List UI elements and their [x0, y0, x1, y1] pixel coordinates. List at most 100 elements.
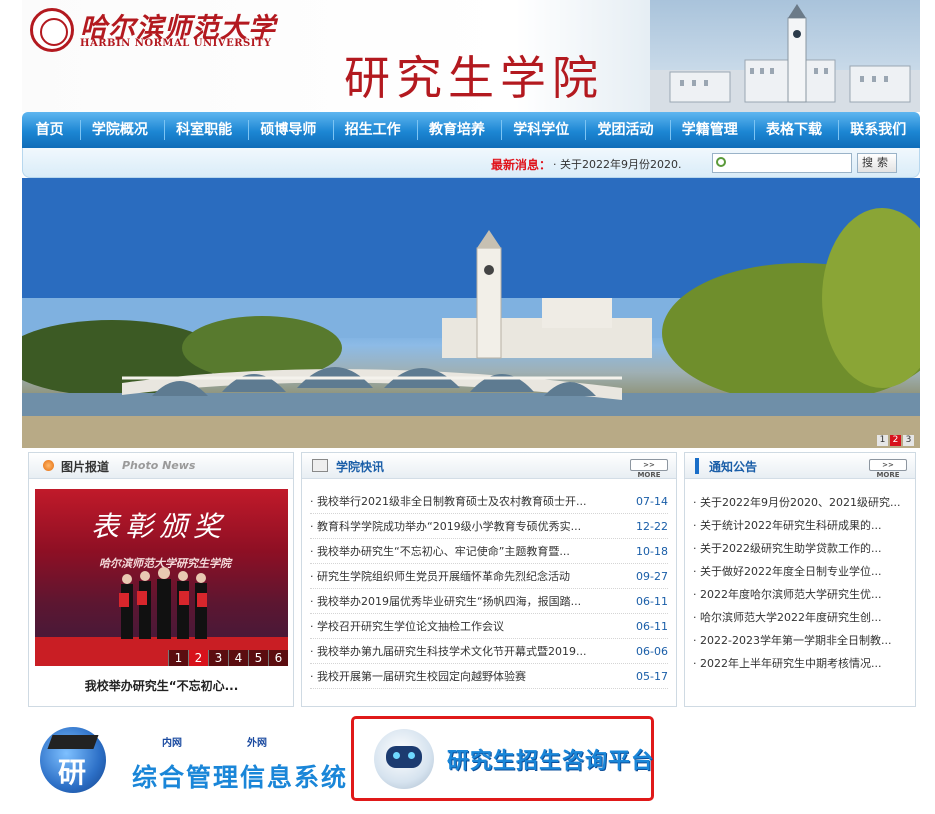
news-date: 05-17 [636, 670, 668, 683]
news-row[interactable]: · 我校举行2021级非全日制教育硕士及农村教育硕士开... 07-14 [310, 489, 668, 514]
intranet-link[interactable]: 内网 [162, 734, 182, 749]
photo-pager-2[interactable]: 2 [188, 650, 208, 666]
blue-bar-icon [695, 458, 699, 474]
notice-item[interactable]: · 关于做好2022年度全日制专业学位... [693, 560, 907, 583]
university-seal-icon[interactable] [30, 8, 74, 52]
news-title: · 研究生学院组织师生党员开展缅怀革命先烈纪念活动 [310, 570, 570, 583]
nav-item-party-activities[interactable]: 党团活动 [585, 120, 664, 140]
banner-pager-1[interactable]: 1 [877, 435, 888, 446]
banner-pager: 1 2 3 [877, 435, 914, 446]
news-title: · 我校开展第一届研究生校园定向越野体验赛 [310, 670, 526, 683]
photo-news-header: 图片报道 Photo News [29, 453, 293, 479]
search-button[interactable]: 搜索 [857, 153, 897, 173]
news-row[interactable]: · 我校开展第一届研究生校园定向越野体验赛 05-17 [310, 664, 668, 689]
notices-header: 通知公告 >> MORE [685, 453, 915, 479]
news-row[interactable]: · 研究生学院组织师生党员开展缅怀革命先烈纪念活动 09-27 [310, 564, 668, 589]
college-news-more-label: MORE [637, 471, 661, 479]
news-title: · 我校举办第九届研究生科技学术文化节开幕式暨2019... [310, 645, 587, 658]
news-date: 10-18 [636, 545, 668, 558]
search-input[interactable] [712, 153, 852, 173]
notice-item[interactable]: · 2022年上半年研究生中期考核情况... [693, 652, 907, 675]
photo-pager-4[interactable]: 4 [228, 650, 248, 666]
photo-news-subtitle: Photo News [122, 459, 196, 472]
ticker-link[interactable]: · 关于2022年9月份2020. [553, 156, 681, 172]
management-system-name: 综合管理信息系统 [132, 763, 349, 792]
header-campus-image [650, 0, 920, 112]
nav-item-departments[interactable]: 科室职能 [164, 120, 243, 140]
news-title: · 学校召开研究生学位论文抽检工作会议 [310, 620, 504, 633]
photo-pager-6[interactable]: 6 [268, 650, 288, 666]
robot-eye-left [393, 752, 400, 759]
news-title: · 教育科学学院成功举办“2019级小学教育专硕优秀实... [310, 520, 582, 533]
photo-news-panel: 图片报道 Photo News 表彰颁奖 哈尔滨师范大学研究生学院 1 2 3 … [28, 452, 294, 707]
speaker-icon [312, 459, 328, 472]
award-people-photo [35, 567, 288, 666]
graduation-cap-icon: 研 [40, 727, 106, 793]
news-date: 07-14 [636, 495, 668, 508]
college-news-title: 学院快讯 [336, 460, 385, 474]
nav-item-overview[interactable]: 学院概况 [79, 120, 159, 140]
nav-item-contact[interactable]: 联系我们 [838, 120, 917, 140]
notice-item[interactable]: · 关于2022级研究生助学贷款工作的... [693, 537, 907, 560]
news-row[interactable]: · 教育科学学院成功举办“2019级小学教育专硕优秀实... 12-22 [310, 514, 668, 539]
nav-item-degrees[interactable]: 学科学位 [501, 120, 580, 140]
news-row[interactable]: · 我校举办研究生“不忘初心、牢记使命”主题教育暨... 10-18 [310, 539, 668, 564]
notice-item[interactable]: · 2022年度哈尔滨师范大学研究生优... [693, 583, 907, 606]
news-date: 06-11 [636, 595, 668, 608]
notices-title: 通知公告 [709, 460, 758, 474]
nav-item-home[interactable]: 首页 [25, 120, 75, 140]
photo-pager-3[interactable]: 3 [208, 650, 228, 666]
news-date: 09-27 [636, 570, 668, 583]
robot-face [386, 746, 422, 768]
admissions-consult-label: 研究生招生咨询平台 [447, 749, 655, 774]
banner-pager-3[interactable]: 3 [903, 435, 914, 446]
photo-pager-5[interactable]: 5 [248, 650, 268, 666]
site-title: 研究生学院 [344, 51, 604, 105]
cap-character: 研 [58, 756, 87, 789]
photo-news-caption[interactable]: 我校举办研究生“不忘初心... [29, 677, 294, 694]
news-title: · 我校举办2019届优秀毕业研究生“扬帆四海，报国踏... [310, 595, 582, 608]
hero-banner[interactable]: 1 2 3 [22, 178, 920, 448]
campus-bridge-photo [22, 178, 920, 448]
ticker-label: 最新消息： [491, 158, 552, 172]
search-icon [716, 157, 726, 167]
college-news-more-button[interactable]: >> MORE [630, 459, 668, 479]
photo-pager: 1 2 3 4 5 6 [168, 650, 288, 666]
notice-item[interactable]: · 关于统计2022年研究生科研成果的... [693, 514, 907, 537]
news-date: 06-11 [636, 620, 668, 633]
photo-news-title: 图片报道 [61, 460, 110, 474]
nav-item-admissions[interactable]: 招生工作 [332, 120, 412, 140]
news-title: · 我校举行2021级非全日制教育硕士及农村教育硕士开... [310, 495, 587, 508]
management-system-link[interactable]: 研 内网 外网 综合管理信息系统 [40, 725, 346, 795]
college-news-header: 学院快讯 >> MORE [302, 453, 676, 479]
news-ticker-bar: 最新消息： · 关于2022年9月份2020. 搜索 [22, 148, 920, 178]
notices-more-button[interactable]: >> MORE [869, 459, 907, 479]
news-date: 12-22 [636, 520, 668, 533]
notices-list: · 关于2022年9月份2020、2021级研究... · 关于统计2022年研… [685, 479, 915, 675]
nav-item-supervisors[interactable]: 硕博导师 [248, 120, 327, 140]
notice-item[interactable]: · 关于2022年9月份2020、2021级研究... [693, 491, 907, 514]
notices-panel: 通知公告 >> MORE · 关于2022年9月份2020、2021级研究...… [684, 452, 916, 707]
college-news-list: · 我校举行2021级非全日制教育硕士及农村教育硕士开... 07-14 · 教育… [302, 479, 676, 689]
news-row[interactable]: · 我校举办2019届优秀毕业研究生“扬帆四海，报国踏... 06-11 [310, 589, 668, 614]
orange-dot-icon [43, 460, 54, 471]
banner-pager-2[interactable]: 2 [890, 435, 901, 446]
notices-more-label: MORE [876, 471, 900, 479]
news-title: · 我校举办研究生“不忘初心、牢记使命”主题教育暨... [310, 545, 570, 558]
robot-icon [374, 729, 434, 789]
nav-item-downloads[interactable]: 表格下载 [754, 120, 833, 140]
admissions-consult-button[interactable]: 研究生招生咨询平台 [351, 716, 654, 801]
college-news-panel: 学院快讯 >> MORE · 我校举行2021级非全日制教育硕士及农村教育硕士开… [301, 452, 677, 707]
notice-item[interactable]: · 哈尔滨师范大学2022年度研究生创... [693, 606, 907, 629]
news-row[interactable]: · 学校召开研究生学位论文抽检工作会议 06-11 [310, 614, 668, 639]
notice-item[interactable]: · 2022-2023学年第一学期非全日制教... [693, 629, 907, 652]
photo-pager-1[interactable]: 1 [168, 650, 188, 666]
main-nav: 首页 学院概况 科室职能 硕博导师 招生工作 教育培养 学科学位 党团活动 学籍… [22, 112, 920, 148]
site-header: 哈尔滨师范大学 HARBIN NORMAL UNIVERSITY 研究生学院 [22, 0, 920, 112]
news-row[interactable]: · 我校举办第九届研究生科技学术文化节开幕式暨2019... 06-06 [310, 639, 668, 664]
extranet-link[interactable]: 外网 [247, 734, 267, 749]
university-logo-en: HARBIN NORMAL UNIVERSITY [80, 38, 272, 49]
photo-news-image[interactable]: 表彰颁奖 哈尔滨师范大学研究生学院 1 2 3 4 5 6 [35, 489, 288, 666]
nav-item-student-status[interactable]: 学籍管理 [669, 120, 749, 140]
nav-item-education[interactable]: 教育培养 [416, 120, 496, 140]
